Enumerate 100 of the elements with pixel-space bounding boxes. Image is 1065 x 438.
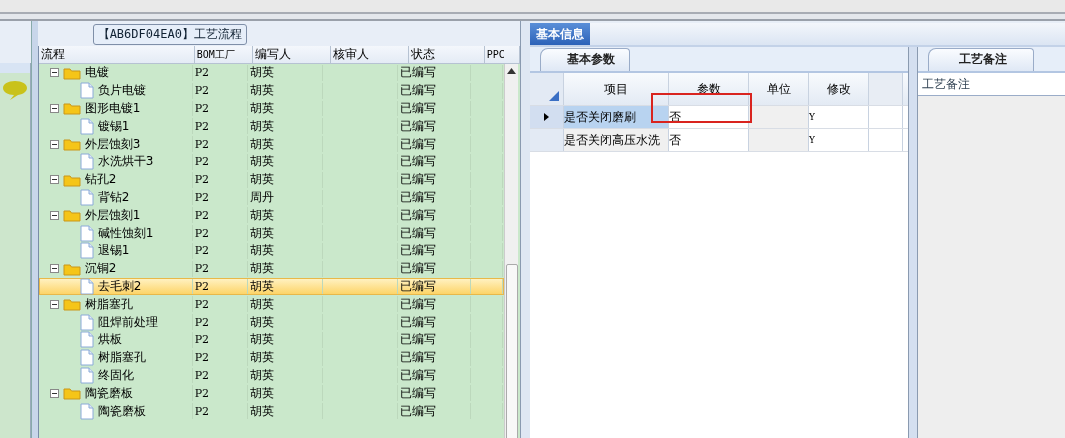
params-tab[interactable]: 基本参数 — [540, 48, 630, 71]
tree-row[interactable]: 图形电镀1 P2 胡英 已编写 — [38, 99, 504, 118]
notes-tab[interactable]: 工艺备注 — [928, 48, 1034, 71]
table-cell: 胡英 — [249, 242, 274, 260]
table-cell: 已编写 — [399, 366, 436, 384]
process-name: 负片电镀 — [97, 82, 146, 100]
panel-title: 【AB6DF04EA0】工艺流程 — [92, 24, 247, 45]
tree-row[interactable]: 陶瓷磨板 P2 胡英 已编写 — [38, 402, 504, 420]
table-cell: P2 — [194, 226, 210, 240]
tree-row[interactable]: 去毛刺2 P2 胡英 已编写 — [38, 277, 504, 296]
table-cell: 已编写 — [399, 171, 436, 189]
table-cell: 已编写 — [399, 82, 436, 100]
table-cell: P2 — [194, 208, 210, 222]
table-cell: 已编写 — [399, 153, 436, 171]
column-header[interactable]: 项目 — [564, 73, 669, 105]
table-cell: P2 — [194, 66, 210, 80]
table-cell: 胡英 — [249, 82, 274, 100]
table-cell: P2 — [194, 368, 210, 382]
table-cell: 胡英 — [249, 135, 274, 153]
column-header[interactable]: 流程 — [38, 46, 195, 63]
table-cell: P2 — [194, 102, 210, 115]
table-cell: 已编写 — [399, 260, 436, 278]
table-cell: 胡英 — [249, 313, 274, 331]
table-cell: 已编写 — [399, 402, 436, 420]
table-cell: 已编写 — [399, 295, 436, 313]
info-tab[interactable]: 基本信息 — [530, 23, 590, 45]
column-header[interactable]: PPC — [484, 46, 520, 63]
table-cell: P2 — [194, 173, 210, 187]
process-name: 陶瓷磨板 — [84, 384, 133, 402]
table-cell: 胡英 — [249, 295, 274, 313]
table-cell: 已编写 — [399, 135, 436, 153]
table-cell: 已编写 — [399, 224, 436, 242]
tree-row[interactable]: 碱性蚀刻1 P2 胡英 已编写 — [38, 224, 504, 242]
table-cell: 已编写 — [399, 64, 436, 82]
process-name: 外层蚀刻3 — [84, 135, 141, 153]
table-cell: 胡英 — [249, 277, 274, 295]
table-cell: 胡英 — [249, 366, 274, 384]
tree-row[interactable]: 负片电镀 P2 胡英 已编写 — [38, 81, 504, 100]
tree-row[interactable]: 树脂塞孔 P2 胡英 已编写 — [38, 295, 504, 314]
column-header[interactable]: 编写人 — [252, 46, 331, 63]
process-name: 退锡1 — [97, 242, 130, 260]
notes-label: 工艺备注 — [922, 75, 970, 93]
tree-row[interactable]: 退锡1 P2 胡英 已编写 — [38, 241, 504, 260]
tree-row[interactable]: 钻孔2 P2 胡英 已编写 — [38, 170, 504, 189]
table-cell: 已编写 — [399, 384, 436, 402]
table-cell: 已编写 — [399, 331, 436, 349]
process-name: 去毛刺2 — [97, 277, 142, 295]
process-name: 烘板 — [97, 331, 122, 349]
column-header[interactable]: 单位 — [749, 73, 809, 105]
tree-row[interactable]: 陶瓷磨板 P2 胡英 已编写 — [38, 384, 504, 403]
tree-row[interactable]: 沉铜2 P2 胡英 已编写 — [38, 259, 504, 278]
table-cell: 已编写 — [399, 100, 436, 117]
process-name: 树脂塞孔 — [84, 295, 133, 313]
table-cell: 已编写 — [399, 313, 436, 331]
tree-row[interactable]: 镀锡1 P2 胡英 已编写 — [38, 117, 504, 136]
column-header[interactable]: BOM工厂 — [194, 46, 253, 63]
tree-row[interactable]: 外层蚀刻3 P2 胡英 已编写 — [38, 135, 504, 153]
table-cell: 是否关闭磨刷 — [564, 106, 669, 128]
table-cell: 已编写 — [399, 349, 436, 367]
tree-row[interactable]: 烘板 P2 胡英 已编写 — [38, 330, 504, 349]
table-cell: P2 — [194, 315, 210, 329]
tree-row[interactable]: 终固化 P2 胡英 已编写 — [38, 366, 504, 385]
process-name: 图形电镀1 — [84, 100, 141, 117]
column-header[interactable]: 状态 — [408, 46, 485, 63]
process-name: 镀锡1 — [97, 117, 130, 135]
table-cell: 是否关闭高压水洗 — [564, 129, 669, 151]
table-cell: 周丹 — [249, 189, 274, 206]
process-name: 外层蚀刻1 — [84, 206, 141, 224]
table-cell: 胡英 — [249, 64, 274, 82]
process-name: 水洗烘干3 — [97, 153, 154, 171]
tree-row[interactable]: 外层蚀刻1 P2 胡英 已编写 — [38, 206, 504, 225]
table-cell: 胡英 — [249, 260, 274, 278]
table-cell: 已编写 — [399, 189, 436, 206]
table-cell: P2 — [194, 137, 210, 151]
tree-row[interactable]: 电镀 P2 胡英 已编写 — [38, 64, 504, 82]
table-cell: P2 — [194, 404, 210, 418]
process-name: 背钻2 — [97, 189, 130, 206]
table-cell: 胡英 — [249, 402, 274, 420]
table-cell: P2 — [194, 119, 210, 133]
table-cell: P2 — [194, 351, 210, 365]
process-name: 陶瓷磨板 — [97, 402, 146, 420]
process-name: 阻焊前处理 — [97, 313, 158, 331]
process-name: 终固化 — [97, 366, 134, 384]
tree-row[interactable]: 背钻2 P2 周丹 已编写 — [38, 188, 504, 207]
table-cell: 胡英 — [249, 384, 274, 402]
tree-row[interactable]: 阻焊前处理 P2 胡英 已编写 — [38, 313, 504, 331]
table-cell: 胡英 — [249, 224, 274, 242]
table-cell: P2 — [194, 190, 210, 204]
table-cell: 胡英 — [249, 153, 274, 171]
tree-row[interactable]: 水洗烘干3 P2 胡英 已编写 — [38, 153, 504, 171]
table-cell: 胡英 — [249, 171, 274, 189]
table-cell: P2 — [194, 279, 210, 293]
table-cell: 已编写 — [399, 242, 436, 260]
column-header[interactable]: 核审人 — [330, 46, 409, 63]
table-cell: 胡英 — [249, 349, 274, 367]
process-name: 树脂塞孔 — [97, 349, 146, 367]
tree-row[interactable]: 树脂塞孔 P2 胡英 已编写 — [38, 348, 504, 367]
process-name: 钻孔2 — [84, 171, 117, 189]
table-cell: P2 — [194, 386, 210, 400]
process-name: 电镀 — [84, 64, 109, 82]
